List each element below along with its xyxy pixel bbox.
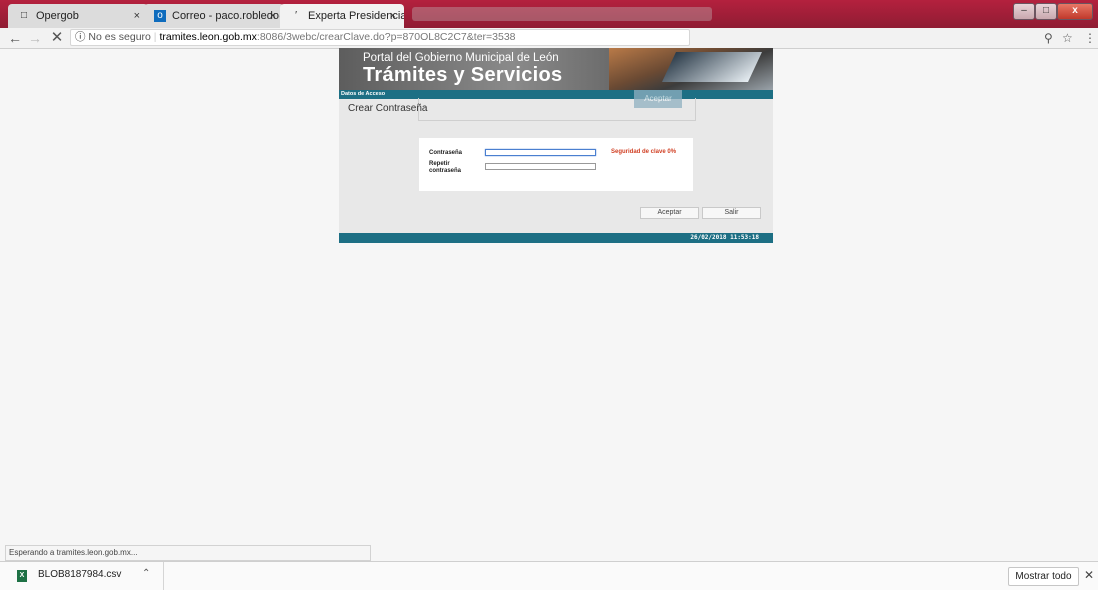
zoom-icon[interactable]: ⚲: [1044, 29, 1053, 47]
repeat-password-input[interactable]: [485, 163, 596, 170]
page-title: Crear Contraseña: [348, 103, 428, 114]
security-label[interactable]: No es seguro: [88, 31, 150, 43]
address-bar[interactable]: ⓘ No es seguro | tramites.leon.gob.mx:80…: [70, 29, 690, 46]
show-all-button[interactable]: Mostrar todo: [1008, 567, 1079, 586]
forward-icon[interactable]: →: [26, 29, 44, 47]
page-icon: □: [20, 10, 28, 21]
url-host: tramites.leon.gob.mx: [159, 31, 257, 43]
ghost-accept-button: Aceptar: [634, 90, 682, 108]
repeat-label-line2: contraseña: [429, 168, 462, 174]
url-path: :8086/3webc/crearClave.do?p=870OL8C2C7&t…: [256, 31, 516, 43]
tab-close-icon[interactable]: ×: [134, 4, 140, 28]
minimize-icon[interactable]: –: [1013, 3, 1035, 20]
tab-title: Correo - paco.robledo@: [172, 10, 284, 22]
password-input[interactable]: [485, 149, 596, 156]
close-icon[interactable]: ✕: [1084, 568, 1094, 582]
password-label: Contraseña: [429, 150, 463, 156]
tab-close-icon[interactable]: ×: [270, 4, 276, 28]
download-item[interactable]: X BLOB8187984.csv ⌃: [0, 562, 164, 590]
back-icon[interactable]: ←: [6, 29, 24, 47]
accept-button[interactable]: Aceptar: [640, 207, 699, 219]
portal-container: Portal del Gobierno Municipal de León Tr…: [339, 48, 773, 243]
section-label: Datos de Acceso: [341, 91, 386, 97]
footer-bar: 26/02/2018 11:53:18: [339, 233, 773, 243]
outlook-icon: o: [154, 10, 166, 22]
loading-icon: ′: [295, 10, 297, 21]
browser-toolbar: ← → ✕ ⓘ No es seguro | tramites.leon.gob…: [0, 28, 1098, 49]
download-filename[interactable]: BLOB8187984.csv: [38, 569, 121, 580]
maximize-icon[interactable]: □: [1035, 3, 1057, 20]
chevron-up-icon[interactable]: ⌃: [142, 568, 150, 579]
tab-opergob[interactable]: □ Opergob ×: [8, 4, 148, 28]
excel-file-icon: X: [17, 570, 27, 582]
download-shelf: X BLOB8187984.csv ⌃ Mostrar todo ✕: [0, 561, 1098, 590]
browser-title-bar: □ Opergob × o Correo - paco.robledo@ × ′…: [0, 0, 1098, 28]
info-icon[interactable]: ⓘ: [75, 31, 86, 43]
password-form: Contraseña Seguridad de clave 0% Repetir…: [419, 138, 693, 191]
stop-icon[interactable]: ✕: [48, 29, 66, 47]
banner-subtitle: Portal del Gobierno Municipal de León: [363, 52, 559, 64]
footer-datetime: 26/02/2018 11:53:18: [690, 234, 759, 241]
tab-title: Opergob: [36, 10, 79, 22]
banner-title: Trámites y Servicios: [363, 64, 563, 86]
status-bar: Esperando a tramites.leon.gob.mx...: [5, 545, 371, 561]
password-strength: Seguridad de clave 0%: [611, 149, 677, 155]
menu-dots-icon[interactable]: ⋮: [1084, 29, 1096, 47]
tab-close-icon[interactable]: ×: [390, 4, 396, 28]
tab-correo[interactable]: o Correo - paco.robledo@ ×: [144, 4, 284, 28]
laptop-image: [609, 48, 773, 90]
bookmark-star-icon[interactable]: ☆: [1062, 29, 1073, 47]
portal-banner: Portal del Gobierno Municipal de León Tr…: [339, 48, 773, 90]
tab-experta-presidencia[interactable]: ′ Experta Presidencia Mun ×: [280, 4, 404, 28]
repeat-label-line1: Repetir: [429, 161, 450, 167]
new-tab-area[interactable]: [412, 7, 712, 21]
close-window-icon[interactable]: x: [1057, 3, 1093, 20]
exit-button[interactable]: Salir: [702, 207, 761, 219]
